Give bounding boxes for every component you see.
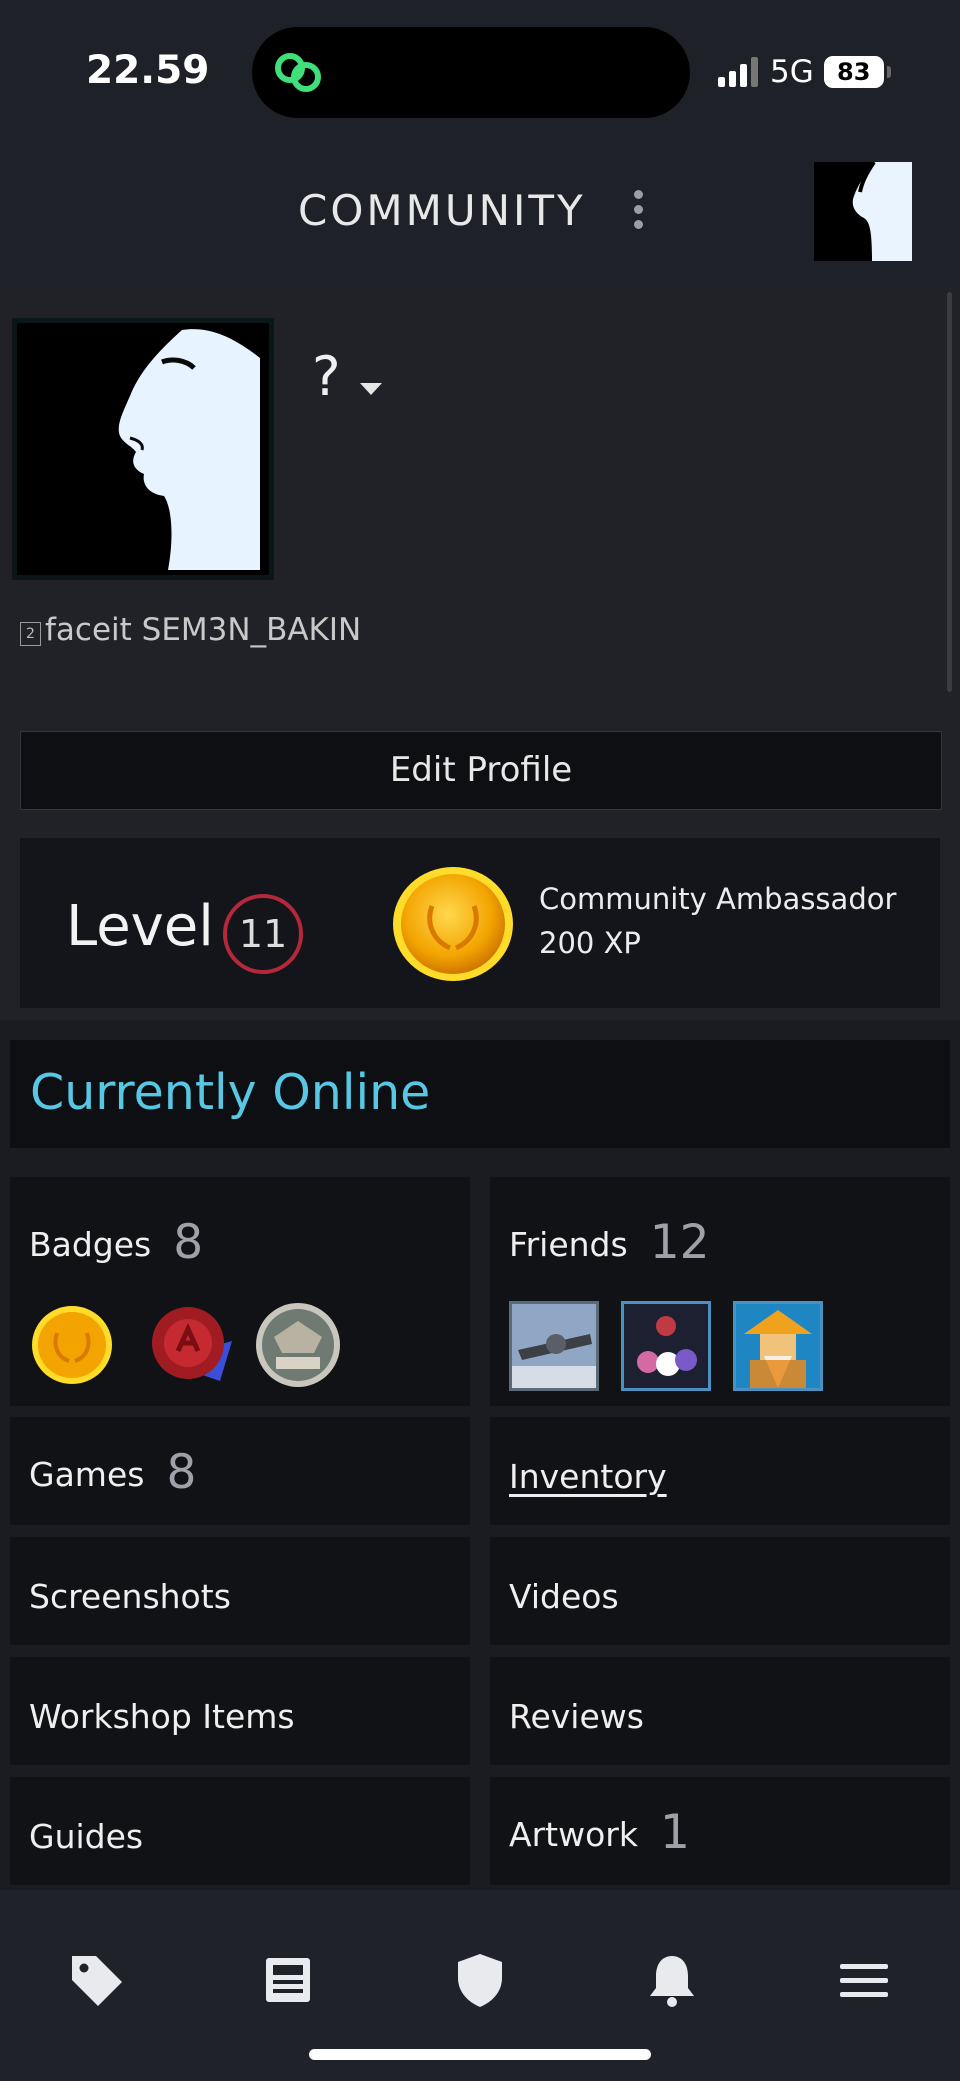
link-rings-icon <box>275 53 321 92</box>
friend-avatar[interactable] <box>621 1301 711 1391</box>
guides-tile[interactable]: Guides <box>10 1777 470 1885</box>
bell-icon[interactable] <box>642 1950 702 2010</box>
badges-count: 8 <box>173 1215 204 1270</box>
badge-xp: 200 XP <box>539 926 641 960</box>
reviews-label: Reviews <box>509 1697 644 1736</box>
real-name: 2 faceit SEM3N_BAKIN <box>20 612 361 648</box>
artwork-label: Artwork 1 <box>509 1805 690 1860</box>
news-icon[interactable] <box>258 1950 318 2010</box>
friend-avatar[interactable] <box>733 1301 823 1391</box>
friends-label: Friends 12 <box>509 1215 710 1270</box>
games-label: Games 8 <box>29 1445 196 1500</box>
screenshots-label: Screenshots <box>29 1577 231 1616</box>
badge-name: Community Ambassador <box>539 882 897 916</box>
workshop-tile[interactable]: Workshop Items <box>10 1657 470 1765</box>
friend-avatar-image <box>512 1304 596 1388</box>
battery-icon: 83 <box>823 56 884 88</box>
shield-icon[interactable] <box>450 1950 510 2010</box>
avatar-image <box>12 318 274 580</box>
artwork-tile[interactable]: Artwork 1 <box>490 1777 950 1885</box>
signal-icon <box>718 57 758 87</box>
games-tile[interactable]: Games 8 <box>10 1417 470 1525</box>
badges-label: Badges 8 <box>29 1215 203 1270</box>
guides-label: Guides <box>29 1817 144 1856</box>
page-title: COMMUNITY <box>298 186 586 235</box>
inventory-link[interactable]: Inventory <box>509 1457 667 1496</box>
ambassador-coin-icon <box>393 867 513 981</box>
screenshots-tile[interactable]: Screenshots <box>10 1537 470 1645</box>
friend-avatar-image <box>736 1304 820 1388</box>
online-status: Currently Online <box>30 1064 431 1121</box>
games-count: 8 <box>166 1445 197 1500</box>
tag-icon[interactable] <box>66 1950 126 2010</box>
inventory-tile[interactable]: Inventory <box>490 1417 950 1525</box>
videos-tile[interactable]: Videos <box>490 1537 950 1645</box>
videos-label: Videos <box>509 1577 619 1616</box>
friend-avatar[interactable] <box>509 1301 599 1391</box>
chevron-down-icon[interactable] <box>360 383 382 395</box>
ambassador-coin-icon[interactable] <box>31 1305 113 1385</box>
profile-avatar <box>12 318 274 580</box>
workshop-label: Workshop Items <box>29 1697 295 1736</box>
online-status-panel: Currently Online <box>10 1040 950 1148</box>
home-indicator[interactable] <box>309 2049 651 2060</box>
persona-name[interactable]: ? <box>312 345 341 408</box>
battery-nub <box>886 66 891 78</box>
scrollbar[interactable] <box>947 292 952 692</box>
more-options-icon[interactable] <box>630 190 646 234</box>
menu-icon[interactable] <box>834 1950 894 2010</box>
friends-title: Friends <box>509 1225 628 1264</box>
unknown-glyph: 2 <box>20 622 41 646</box>
friends-count: 12 <box>649 1215 710 1270</box>
artwork-title: Artwork <box>509 1815 638 1854</box>
artwork-count: 1 <box>659 1805 690 1860</box>
games-title: Games <box>29 1455 145 1494</box>
badges-title: Badges <box>29 1225 152 1264</box>
friend-avatar-image <box>624 1304 708 1388</box>
csgo-badge-icon[interactable] <box>254 1301 342 1389</box>
level-badge: 11 <box>223 894 303 974</box>
avatar-image <box>814 162 912 261</box>
real-name-text: faceit SEM3N_BAKIN <box>45 612 362 648</box>
status-indicators: 5G 83 <box>718 52 891 92</box>
network-type: 5G <box>770 54 814 90</box>
wax-seal-badge-icon[interactable] <box>142 1301 242 1389</box>
status-time: 22.59 <box>86 48 210 93</box>
level-panel[interactable]: Level 11 Community Ambassador 200 XP <box>20 838 940 1008</box>
reviews-tile[interactable]: Reviews <box>490 1657 950 1765</box>
friends-tile[interactable]: Friends 12 <box>490 1177 950 1406</box>
header-avatar[interactable] <box>814 162 912 261</box>
badges-tile[interactable]: Badges 8 <box>10 1177 470 1406</box>
edit-profile-button[interactable]: Edit Profile <box>20 731 942 810</box>
top-area: 22.59 5G 83 COMMUNITY <box>0 0 960 282</box>
level-label: Level <box>66 894 214 959</box>
